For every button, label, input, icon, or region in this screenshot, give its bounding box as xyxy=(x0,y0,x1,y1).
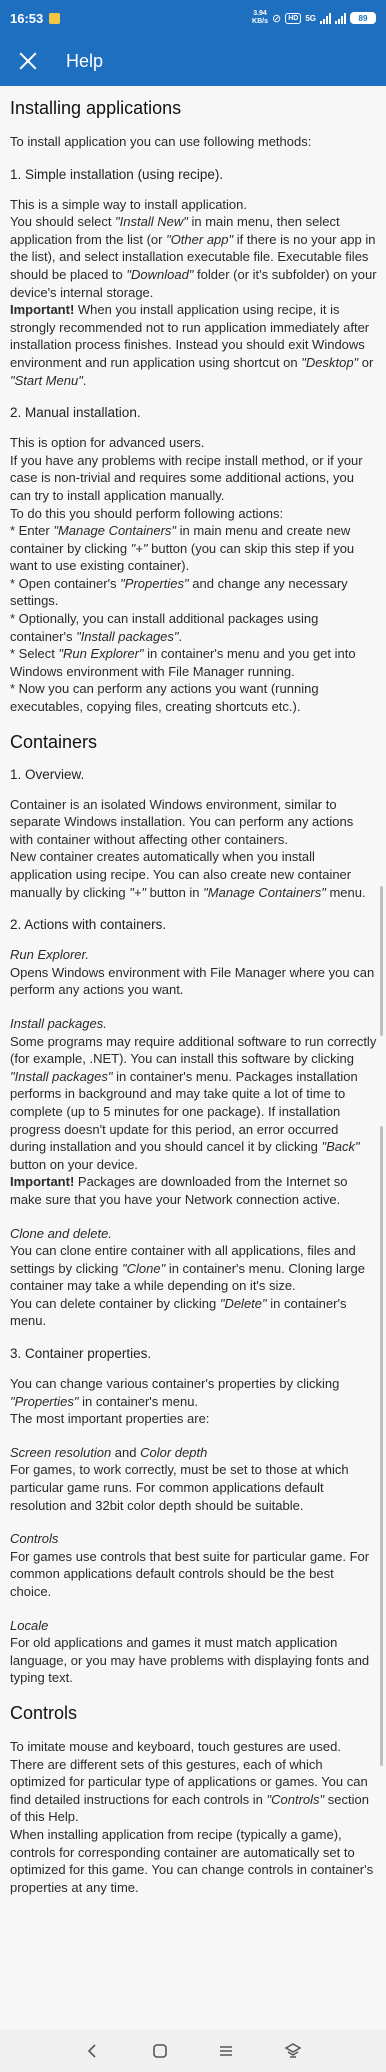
text: Opens Windows environment with File Mana… xyxy=(10,964,375,998)
net-type: 5G xyxy=(305,13,316,23)
section-heading-installing: Installing applications xyxy=(10,98,182,118)
clone-delete-text: Clone and delete. You can clone entire c… xyxy=(10,1225,378,1331)
em-text: "Delete" xyxy=(219,1295,267,1311)
em-text: Color depth xyxy=(140,1444,208,1460)
em-text: "Back" xyxy=(321,1139,360,1155)
text: * Now you can perform any actions you wa… xyxy=(10,681,319,715)
text: in container's menu. xyxy=(78,1393,199,1409)
battery-icon: 89 xyxy=(350,12,376,24)
em-text: "Desktop" xyxy=(301,354,359,370)
text: For games, to work correctly, must be se… xyxy=(10,1462,349,1513)
text: . xyxy=(82,372,87,388)
em-text: "Install packages" xyxy=(76,628,179,644)
text: You can change various container's prope… xyxy=(10,1376,340,1392)
assistant-icon[interactable] xyxy=(278,2036,308,2066)
text: button in xyxy=(146,884,204,900)
important-label: Important! xyxy=(10,302,75,318)
text: button on your device. xyxy=(10,1156,138,1172)
simple-install-text: This is a simple way to install applicat… xyxy=(10,196,378,390)
em-text: "Manage Containers" xyxy=(203,884,326,900)
em-text: "Install packages" xyxy=(10,1068,113,1084)
page-title: Help xyxy=(66,50,104,71)
scrollbar-thumb-2[interactable] xyxy=(380,1126,383,1766)
signal-icon-2 xyxy=(335,12,346,24)
text: * Open container's xyxy=(10,575,121,591)
locale-text: Locale For old applications and games it… xyxy=(10,1617,378,1687)
em-text: Controls xyxy=(10,1531,59,1547)
text: Container is an isolated Windows environ… xyxy=(10,796,354,847)
em-text: "Clone" xyxy=(122,1260,166,1276)
overview-text: Container is an isolated Windows environ… xyxy=(10,796,378,902)
subheading-actions: 2. Actions with containers. xyxy=(10,917,167,933)
em-text: "Start Menu" xyxy=(10,372,83,388)
text: This is a simple way to install applicat… xyxy=(10,196,247,212)
text: When installing application from recipe … xyxy=(10,1826,374,1895)
net-speed-value: 3.94 xyxy=(253,10,267,17)
mute-icon: ⊘ xyxy=(271,12,282,25)
em-text: Locale xyxy=(10,1617,49,1633)
subheading-properties: 3. Container properties. xyxy=(10,1346,152,1362)
text: This is option for advanced users. xyxy=(10,435,205,451)
net-speed: 3.94 KB/s xyxy=(252,10,268,26)
em-text: "Properties" xyxy=(10,1393,79,1409)
text: and xyxy=(111,1444,141,1460)
status-bar: 16:53 3.94 KB/s ⊘ HD 5G 89 xyxy=(0,0,386,36)
app-bar: Help xyxy=(0,36,386,86)
text: * Select xyxy=(10,646,59,662)
text: or xyxy=(358,354,374,370)
install-intro: To install application you can use follo… xyxy=(10,134,312,149)
controls-prop-text: Controls For games use controls that bes… xyxy=(10,1530,378,1600)
vo-badge: HD xyxy=(285,12,302,24)
text: You should select xyxy=(10,214,116,230)
em-text: "Other app" xyxy=(166,231,234,247)
section-heading-containers: Containers xyxy=(10,731,98,752)
text: For games use controls that best suite f… xyxy=(10,1548,370,1599)
back-icon[interactable] xyxy=(78,2036,108,2066)
close-icon[interactable] xyxy=(16,49,40,73)
subheading-overview: 1. Overview. xyxy=(10,766,85,782)
resolution-text: Screen resolution and Color depth For ga… xyxy=(10,1444,378,1514)
text: * Enter xyxy=(10,523,54,539)
em-text: "+" xyxy=(129,884,147,900)
em-text: Run Explorer. xyxy=(10,947,89,963)
text: If you have any problems with recipe ins… xyxy=(10,452,363,503)
text: To do this you should perform following … xyxy=(10,505,284,521)
status-icons: 3.94 KB/s ⊘ HD 5G 89 xyxy=(252,10,376,26)
net-speed-unit: KB/s xyxy=(252,18,268,25)
text: For old applications and games it must m… xyxy=(10,1635,370,1686)
run-explorer-text: Run Explorer. Opens Windows environment … xyxy=(10,946,378,999)
text: You can delete container by clicking xyxy=(10,1295,220,1311)
text: Some programs may require additional sof… xyxy=(10,1033,377,1067)
notification-icon xyxy=(49,12,61,24)
manual-install-text: This is option for advanced users. If yo… xyxy=(10,434,378,716)
help-content[interactable]: Installing applications To install appli… xyxy=(0,86,386,2030)
install-packages-text: Install packages. Some programs may requ… xyxy=(10,1015,378,1209)
em-text: "Properties" xyxy=(120,575,189,591)
section-heading-controls: Controls xyxy=(10,1702,78,1723)
em-text: "Install New" xyxy=(115,214,188,230)
em-text: Clone and delete. xyxy=(10,1225,112,1241)
important-label: Important! xyxy=(10,1174,75,1190)
subheading-manual-install: 2. Manual installation. xyxy=(10,405,141,421)
em-text: "+" xyxy=(130,540,148,556)
text: menu. xyxy=(325,884,366,900)
em-text: "Manage Containers" xyxy=(53,523,177,539)
home-icon[interactable] xyxy=(145,2036,175,2066)
recents-icon[interactable] xyxy=(211,2036,241,2066)
text: The most important properties are: xyxy=(10,1411,210,1427)
signal-icon xyxy=(320,12,331,24)
em-text: "Controls" xyxy=(266,1791,325,1807)
system-nav-bar xyxy=(0,2030,386,2072)
subheading-simple-install: 1. Simple installation (using recipe). xyxy=(10,166,224,182)
text: . xyxy=(178,628,183,644)
em-text: Screen resolution xyxy=(10,1444,112,1460)
properties-text: You can change various container's prope… xyxy=(10,1375,378,1428)
em-text: "Run Explorer" xyxy=(58,646,144,662)
scrollbar-thumb[interactable] xyxy=(380,886,383,1036)
em-text: "Download" xyxy=(126,266,194,282)
status-time: 16:53 xyxy=(10,10,44,26)
em-text: Install packages. xyxy=(10,1015,107,1031)
controls-text: To imitate mouse and keyboard, touch ges… xyxy=(10,1738,378,1896)
